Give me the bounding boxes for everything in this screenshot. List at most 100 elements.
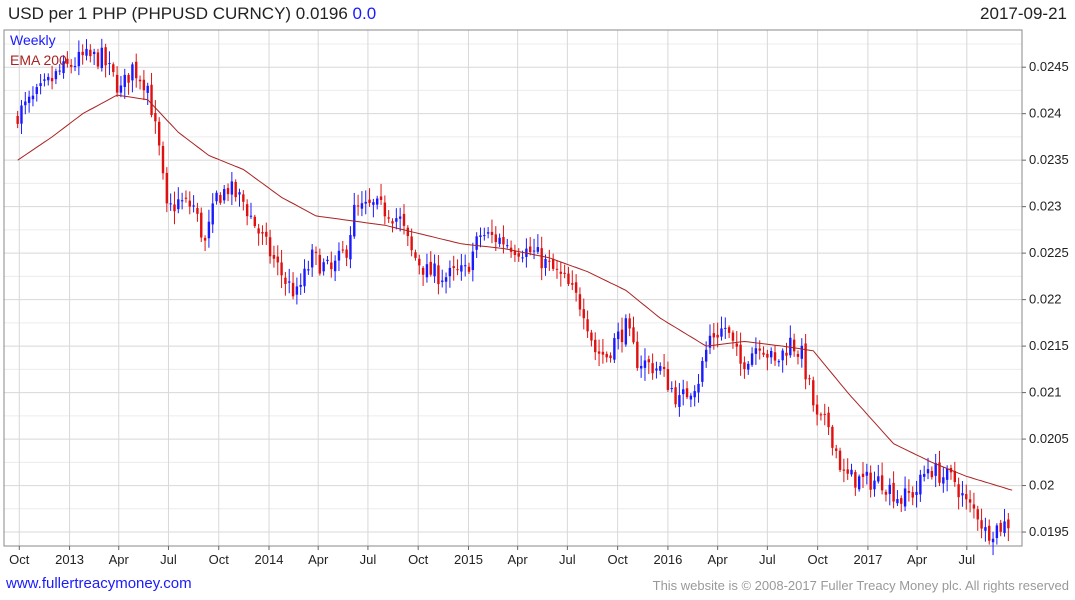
candle-body bbox=[574, 282, 578, 293]
candle-body bbox=[115, 74, 119, 93]
candle-body bbox=[754, 348, 758, 354]
price-chart: 0.0195 0.02 0.0205 0.021 0.0215 0.022 0.0225 0.… bbox=[3, 29, 1069, 567]
x-tick-label: Oct bbox=[808, 552, 829, 567]
ema-200-line bbox=[17, 94, 1013, 491]
candle-body bbox=[769, 351, 773, 358]
candle-body bbox=[345, 249, 348, 258]
candle-body bbox=[245, 204, 249, 217]
candle-body bbox=[731, 332, 735, 341]
candle-body bbox=[915, 491, 918, 495]
candle-body bbox=[532, 250, 536, 252]
candle-body bbox=[873, 480, 876, 490]
candle-body bbox=[609, 355, 612, 359]
x-tick-label: Jul bbox=[360, 552, 377, 567]
candle-body bbox=[869, 472, 872, 490]
candle-body bbox=[387, 217, 390, 219]
candle-body bbox=[161, 146, 165, 174]
y-tick-label: 0.022 bbox=[1029, 292, 1062, 307]
candle-body bbox=[360, 203, 364, 209]
candle-body bbox=[112, 64, 115, 73]
candle-body bbox=[823, 413, 826, 415]
candle-body bbox=[96, 52, 100, 67]
candle-body bbox=[984, 527, 987, 531]
candle-body bbox=[284, 277, 287, 284]
candle-body bbox=[391, 221, 394, 224]
candle-body bbox=[406, 227, 410, 237]
candle-body bbox=[452, 266, 455, 268]
y-tick-label: 0.0235 bbox=[1029, 152, 1069, 167]
candle-body bbox=[314, 251, 318, 253]
candle-body bbox=[73, 65, 77, 67]
candle-body bbox=[291, 282, 295, 297]
candle-body bbox=[781, 350, 784, 361]
candle-body bbox=[739, 344, 742, 364]
candle-body bbox=[108, 63, 111, 65]
candle-body bbox=[215, 192, 218, 202]
candle-body bbox=[529, 246, 532, 253]
candle-body bbox=[333, 260, 337, 272]
candle-body bbox=[540, 248, 543, 269]
x-tick-label: Oct bbox=[408, 552, 429, 567]
candle-body bbox=[265, 231, 268, 237]
candle-body bbox=[900, 498, 903, 504]
candle-body bbox=[379, 196, 383, 200]
candle-body bbox=[586, 319, 589, 332]
candle-body bbox=[494, 234, 497, 243]
candle-body bbox=[831, 426, 834, 448]
candle-body bbox=[850, 469, 853, 475]
website-link[interactable]: www.fullertreacymoney.com bbox=[6, 575, 192, 592]
candle-body bbox=[942, 477, 945, 484]
candle-body bbox=[517, 253, 520, 257]
candle-body bbox=[555, 268, 559, 270]
candle-body bbox=[567, 273, 570, 284]
candle-body bbox=[402, 213, 406, 226]
candle-body bbox=[670, 388, 673, 390]
candle-body bbox=[475, 236, 478, 250]
candle-body bbox=[957, 484, 960, 498]
y-tick-label: 0.021 bbox=[1029, 385, 1062, 400]
candle-body bbox=[169, 203, 172, 205]
candle-body bbox=[196, 208, 199, 214]
candle-body bbox=[911, 492, 914, 498]
candle-body bbox=[777, 361, 781, 363]
candle-body bbox=[200, 212, 203, 238]
candle-body bbox=[922, 473, 926, 477]
candle-body bbox=[743, 362, 746, 370]
candle-body bbox=[846, 469, 849, 474]
candle-body bbox=[429, 261, 432, 275]
candle-body bbox=[157, 121, 161, 146]
candle-body bbox=[77, 51, 81, 67]
y-tick-label: 0.024 bbox=[1029, 106, 1062, 121]
candle-body bbox=[253, 216, 257, 227]
candle-body bbox=[800, 345, 803, 359]
candle-body bbox=[47, 76, 50, 81]
candle-body bbox=[490, 231, 494, 235]
candle-body bbox=[249, 215, 253, 217]
legend-ema: EMA 200 bbox=[10, 52, 67, 68]
candle-body bbox=[456, 269, 459, 271]
candle-body bbox=[92, 51, 96, 55]
candle-body bbox=[521, 257, 524, 259]
candle-body bbox=[142, 79, 146, 91]
candle-body bbox=[349, 234, 352, 260]
candle-body bbox=[154, 113, 157, 122]
candle-body bbox=[261, 232, 264, 234]
candle-body bbox=[81, 51, 84, 56]
candle-body bbox=[341, 249, 344, 251]
candle-body bbox=[410, 236, 413, 251]
candle-body bbox=[605, 353, 608, 358]
candle-body bbox=[322, 262, 325, 272]
candle-body bbox=[448, 267, 452, 277]
x-tick-label: Jul bbox=[160, 552, 177, 567]
candle-body bbox=[272, 255, 276, 259]
candle-body bbox=[815, 404, 819, 415]
candle-body bbox=[441, 280, 444, 283]
candle-body bbox=[785, 352, 788, 356]
candle-body bbox=[20, 105, 23, 124]
candle-body bbox=[425, 264, 429, 278]
candle-body bbox=[288, 281, 291, 283]
y-tick-label: 0.02 bbox=[1029, 478, 1054, 493]
candle-body bbox=[892, 482, 895, 502]
candle-body bbox=[972, 504, 976, 509]
candlesticks bbox=[16, 38, 1010, 556]
